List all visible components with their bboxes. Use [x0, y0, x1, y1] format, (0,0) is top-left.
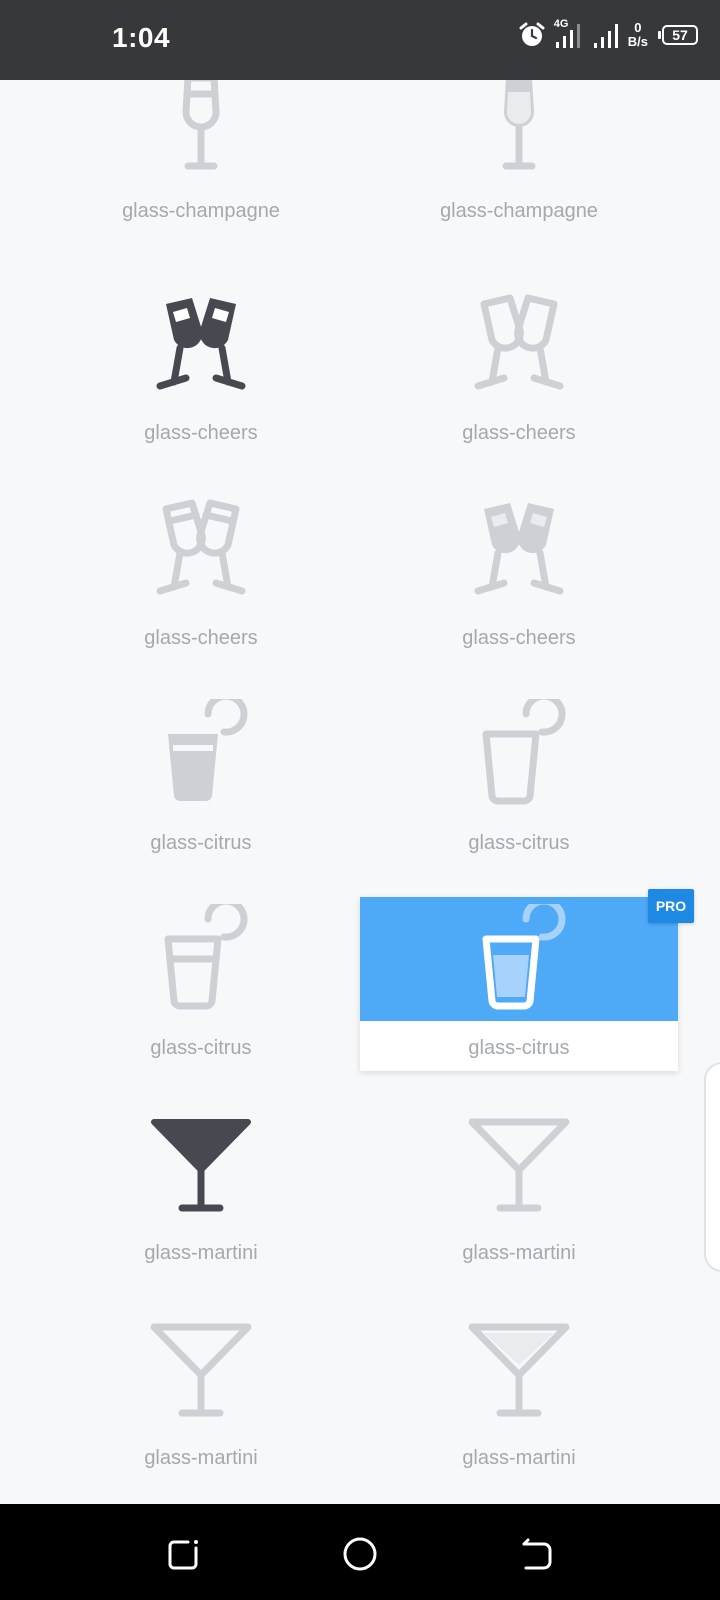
icon-tile[interactable]: glass-cheers — [360, 487, 678, 661]
status-time: 1:04 — [112, 22, 171, 53]
icon-preview — [360, 282, 678, 406]
icon-tile[interactable]: glass-martini — [42, 1102, 360, 1276]
mobile-data-indicator: 4G — [554, 18, 584, 50]
status-icons: 4G 0 B/s 57 — [518, 18, 698, 50]
icon-tile[interactable]: glass-citrus — [42, 692, 360, 866]
icon-preview — [42, 282, 360, 406]
pro-badge: PRO — [648, 889, 694, 923]
glass-cheers-icon — [156, 499, 246, 595]
side-drawer-handle[interactable] — [704, 1062, 720, 1272]
icon-preview — [360, 1102, 678, 1226]
icon-label: glass-martini — [462, 1242, 576, 1264]
icon-label: glass-martini — [144, 1242, 258, 1264]
glass-cheers-icon — [474, 503, 564, 595]
icon-preview — [360, 80, 678, 184]
alarm-icon — [519, 22, 545, 46]
icon-label: glass-citrus — [150, 832, 252, 854]
icon-label: glass-cheers — [462, 422, 576, 444]
home-icon[interactable] — [340, 1534, 380, 1574]
signal-icon — [593, 24, 618, 48]
glass-champagne-icon — [182, 80, 220, 170]
icon-tile[interactable]: glass-cheers — [42, 487, 360, 661]
navigation-bar — [0, 1504, 720, 1600]
glass-champagne-icon — [502, 80, 536, 170]
glass-citrus-icon — [482, 904, 566, 1010]
glass-citrus-icon — [164, 904, 248, 1010]
glass-citrus-icon — [482, 699, 566, 805]
icon-tile[interactable]: glass-citrus — [42, 897, 360, 1071]
battery-icon: 57 — [658, 25, 698, 45]
icon-tile[interactable]: glass-cheers — [360, 282, 678, 456]
icon-preview — [360, 1307, 678, 1431]
icon-label: glass-cheers — [144, 422, 258, 444]
recent-apps-icon[interactable] — [164, 1534, 204, 1574]
glass-cheers-icon — [156, 298, 246, 390]
icon-grid: glass-champagne glass-champagne glass-ch… — [0, 80, 720, 1504]
net-speed-value: 0 — [634, 20, 642, 35]
glass-martini-icon — [150, 1323, 252, 1417]
icon-label: glass-champagne — [122, 200, 280, 222]
icon-label: glass-cheers — [144, 627, 258, 649]
icon-preview — [42, 692, 360, 816]
icon-label: glass-citrus — [150, 1037, 252, 1059]
icon-preview — [42, 487, 360, 611]
icon-tile[interactable]: glass-champagne — [42, 80, 360, 234]
icon-label: glass-martini — [462, 1447, 576, 1469]
icon-tile[interactable]: glass-citrus — [360, 692, 678, 866]
icon-label: glass-citrus — [468, 832, 570, 854]
icon-tile[interactable]: glass-citrus PRO — [360, 889, 694, 1071]
glass-citrus-icon — [168, 699, 248, 802]
signal-icon — [555, 24, 580, 48]
icon-preview — [360, 487, 678, 611]
icon-preview — [360, 897, 678, 1021]
icon-preview — [360, 692, 678, 816]
icon-label: glass-citrus — [468, 1037, 570, 1059]
icon-tile[interactable]: glass-cheers — [42, 282, 360, 456]
glass-martini-icon — [468, 1323, 570, 1417]
icon-label: glass-champagne — [440, 200, 598, 222]
icon-tile[interactable]: glass-martini — [360, 1102, 678, 1276]
glass-martini-icon — [468, 1118, 570, 1212]
icon-tile[interactable]: glass-champagne — [360, 80, 678, 234]
icon-label: glass-martini — [144, 1447, 258, 1469]
icon-tile[interactable]: glass-martini — [360, 1307, 678, 1481]
icon-tile[interactable]: glass-martini — [42, 1307, 360, 1481]
battery-level: 57 — [672, 27, 688, 43]
glass-cheers-icon — [474, 294, 564, 390]
back-icon[interactable] — [516, 1534, 556, 1574]
icon-preview — [42, 80, 360, 184]
net-speed-unit: B/s — [627, 34, 648, 49]
glass-martini-icon — [151, 1119, 251, 1212]
status-bar: 1:04 4G 0 B/s 57 — [0, 0, 720, 80]
icon-label: glass-cheers — [462, 627, 576, 649]
icon-preview — [42, 897, 360, 1021]
icon-preview — [42, 1102, 360, 1226]
icon-preview — [42, 1307, 360, 1431]
net-speed: 0 B/s — [628, 21, 648, 49]
